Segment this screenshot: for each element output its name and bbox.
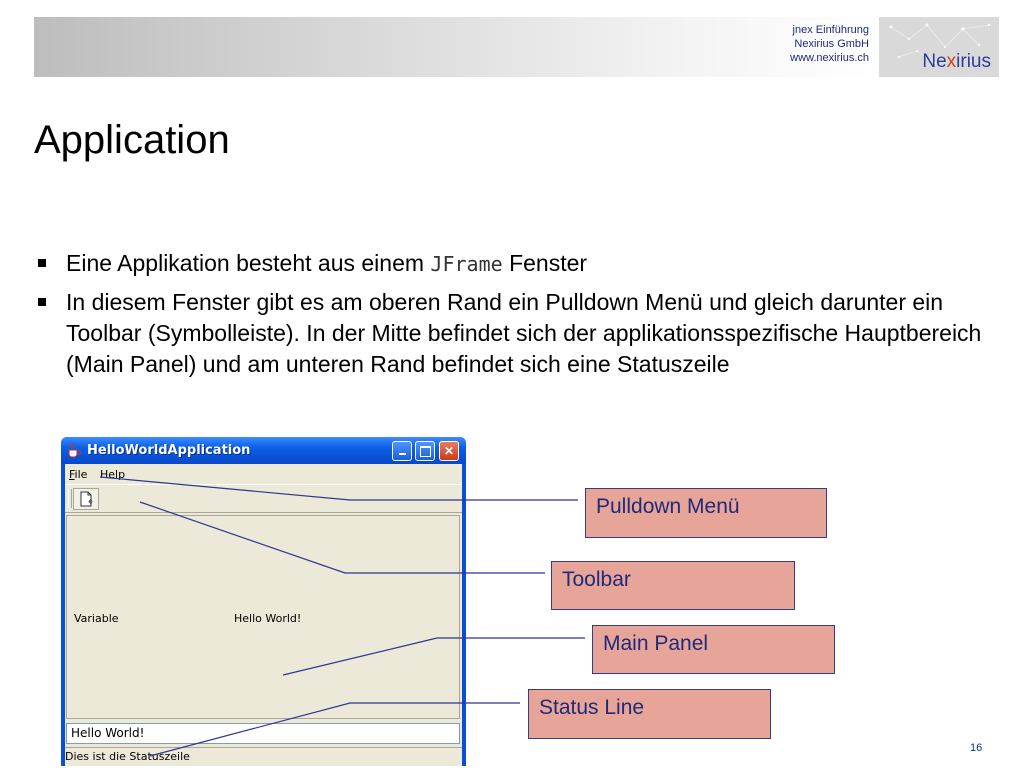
window-title: HelloWorldApplication	[87, 443, 251, 458]
menu-file[interactable]: File	[69, 468, 87, 481]
header-course: jnex Einführung	[792, 24, 869, 36]
close-button[interactable]: ✕	[439, 441, 459, 461]
variable-label: Variable	[74, 612, 119, 625]
java-cup-icon	[68, 442, 81, 458]
square-bullet-icon	[38, 259, 46, 267]
new-document-button[interactable]	[73, 488, 99, 510]
app-window: HelloWorldApplication ✕ File Help Variab…	[61, 437, 466, 766]
callout-main-panel: Main Panel	[592, 625, 835, 674]
callout-toolbar: Toolbar	[551, 561, 795, 610]
code-jframe: JFrame	[430, 252, 503, 276]
toolbar	[65, 484, 462, 513]
new-document-icon	[80, 491, 93, 507]
main-panel: Variable Hello World!	[66, 515, 460, 719]
callout-status-line: Status Line	[528, 689, 771, 739]
square-bullet-icon	[38, 298, 46, 306]
status-bar: Dies ist die Statuszeile	[65, 747, 462, 766]
header-company: Nexirius GmbH	[794, 38, 869, 50]
menu-bar: File Help	[65, 464, 462, 484]
minimize-button[interactable]	[392, 441, 412, 461]
slide-title: Application	[34, 118, 230, 162]
callout-pulldown-menu: Pulldown Menü	[585, 488, 827, 538]
window-titlebar[interactable]: HelloWorldApplication ✕	[61, 437, 466, 464]
close-icon: ✕	[443, 444, 455, 458]
bullet-item: Eine Applikation besteht aus einem JFram…	[34, 248, 994, 280]
window-client: File Help Variable Hello World! Hello Wo…	[65, 464, 462, 766]
menu-help[interactable]: Help	[100, 468, 125, 481]
page-number: 16	[970, 742, 983, 754]
header-info: jnex Einführung Nexirius GmbH www.nexiri…	[709, 23, 869, 65]
header-website: www.nexirius.ch	[790, 52, 869, 64]
maximize-icon	[419, 446, 431, 457]
hello-world-label: Hello World!	[234, 612, 302, 625]
minimize-icon	[398, 453, 406, 455]
logo-wordmark: Nexirius	[922, 51, 991, 72]
company-logo: Nexirius	[879, 17, 999, 77]
toolbar-grip[interactable]	[68, 489, 72, 508]
bullet-item: In diesem Fenster gibt es am oberen Rand…	[34, 287, 994, 380]
maximize-button[interactable]	[415, 441, 435, 461]
text-field[interactable]: Hello World!	[66, 723, 460, 744]
bullet-list: Eine Applikation besteht aus einem JFram…	[34, 248, 994, 387]
